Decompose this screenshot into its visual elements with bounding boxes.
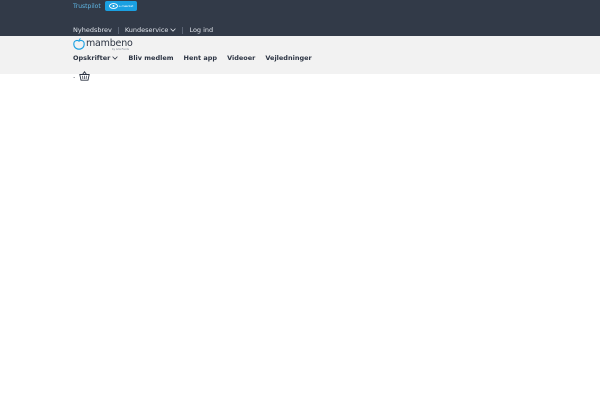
nav-item-guides[interactable]: Vejledninger — [265, 54, 311, 62]
chevron-down-icon — [170, 28, 177, 32]
login-link[interactable]: Log ind — [189, 26, 213, 34]
e-maerket-label: e-mærket — [118, 4, 134, 8]
main-nav: Opskrifter Bliv medlem Hent app Videoer … — [73, 53, 322, 63]
nav-item-label: Opskrifter — [73, 54, 111, 62]
nav-item-label: Videoer — [227, 54, 256, 62]
e-maerket-badge[interactable]: e-mærket — [105, 1, 137, 11]
nav-item-label: Bliv medlem — [128, 54, 174, 62]
divider — [117, 26, 119, 34]
newsletter-link[interactable]: Nyhedsbrev — [73, 26, 112, 34]
e-maerket-icon — [108, 3, 118, 9]
nav-item-become-member[interactable]: Bliv medlem — [128, 54, 173, 62]
mambeno-logo[interactable]: mambeno by Arla Foods — [73, 38, 133, 52]
chevron-down-icon — [112, 56, 119, 60]
nav-item-videos[interactable]: Videoer — [227, 54, 255, 62]
apple-logo-icon — [73, 38, 85, 50]
top-links: Nyhedsbrev Kundeservice Log ind — [73, 25, 213, 35]
basket-bullet: · — [73, 74, 76, 82]
customer-service-link[interactable]: Kundeservice — [125, 26, 169, 34]
basket-icon[interactable] — [79, 71, 90, 81]
top-bar: Trustpilot e-mærket Nyhedsbrev Kundeserv… — [0, 0, 600, 36]
divider — [182, 26, 184, 34]
logo-tagline: by Arla Foods — [112, 48, 129, 51]
nav-item-get-app[interactable]: Hent app — [184, 54, 218, 62]
nav-item-label: Vejledninger — [265, 54, 312, 62]
nav-item-recipes[interactable]: Opskrifter — [73, 54, 119, 62]
nav-item-label: Hent app — [183, 54, 218, 62]
trustpilot-link[interactable]: Trustpilot — [73, 3, 101, 11]
